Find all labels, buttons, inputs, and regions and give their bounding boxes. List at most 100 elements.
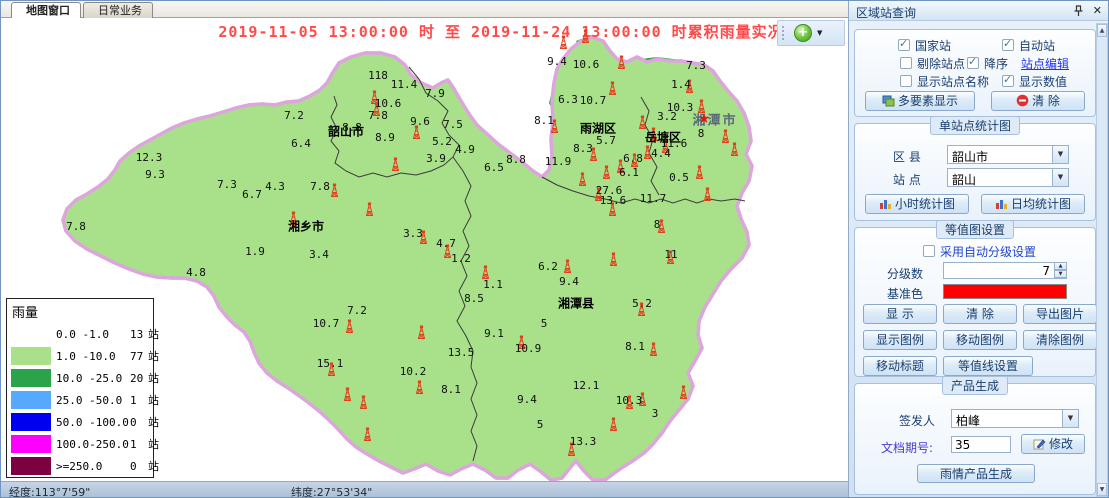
panel-scrollbar[interactable]: ▲ ▼: [1096, 23, 1108, 497]
spinner-down-icon[interactable]: ▼: [1054, 270, 1067, 278]
station-tower-icon[interactable]: [656, 219, 667, 234]
station-tower-icon[interactable]: [442, 244, 453, 259]
station-tower-icon[interactable]: [607, 81, 618, 96]
isoline-config-button[interactable]: 等值线设置: [943, 356, 1033, 376]
export-image-button[interactable]: 导出图片: [1023, 304, 1097, 324]
chevron-down-icon[interactable]: ▼: [1052, 146, 1068, 163]
county-select[interactable]: 韶山市 ▼: [947, 145, 1069, 164]
base-color-swatch[interactable]: [943, 284, 1067, 299]
scroll-up-icon[interactable]: ▲: [1097, 24, 1107, 37]
station-tower-icon[interactable]: [642, 145, 653, 160]
multi-element-display-button[interactable]: 多要素显示: [865, 91, 975, 111]
show-station-name-checkbox[interactable]: [900, 75, 912, 87]
station-tower-icon[interactable]: [729, 142, 740, 157]
move-title-button[interactable]: 移动标题: [863, 356, 937, 376]
spinner-up-icon[interactable]: ▲: [1054, 262, 1067, 270]
pin-icon[interactable]: [1073, 5, 1084, 17]
station-tower-icon[interactable]: [362, 427, 373, 442]
station-tower-icon[interactable]: [371, 102, 382, 117]
station-tower-icon[interactable]: [326, 362, 337, 377]
station-edit-link[interactable]: 站点编辑: [1021, 55, 1069, 72]
station-tower-icon[interactable]: [344, 319, 355, 334]
hourly-chart-button[interactable]: 小时统计图: [865, 194, 969, 214]
station-tower-icon[interactable]: [608, 417, 619, 432]
station-tower-icon[interactable]: [608, 252, 619, 267]
station-tower-icon[interactable]: [601, 165, 612, 180]
auto-grade-checkbox[interactable]: [923, 245, 935, 257]
station-tower-icon[interactable]: [637, 115, 648, 130]
grade-count-spinner[interactable]: ▲ ▼: [1054, 262, 1067, 279]
station-tower-icon[interactable]: [418, 230, 429, 245]
station-tower-icon[interactable]: [629, 153, 640, 168]
station-tower-icon[interactable]: [637, 392, 648, 407]
chevron-down-icon[interactable]: ▼: [1062, 410, 1078, 427]
station-tower-icon[interactable]: [411, 125, 422, 140]
add-layer-button[interactable]: +: [794, 24, 812, 42]
descend-checkbox[interactable]: [967, 57, 979, 69]
station-tower-icon[interactable]: [562, 259, 573, 274]
show-value-checkbox[interactable]: [1002, 75, 1014, 87]
station-tower-icon[interactable]: [607, 202, 618, 217]
station-tower-icon[interactable]: [480, 265, 491, 280]
issuer-select[interactable]: 柏峰 ▼: [951, 409, 1079, 428]
clear-legend-button[interactable]: 清除图例: [1023, 330, 1097, 350]
station-tower-icon[interactable]: [660, 139, 671, 154]
station-tower-icon[interactable]: [684, 79, 695, 94]
station-tower-icon[interactable]: [288, 211, 299, 226]
station-tower-icon[interactable]: [696, 99, 707, 114]
station-tower-icon[interactable]: [358, 395, 369, 410]
toolbar-dropdown-caret[interactable]: ▼: [817, 29, 822, 37]
station-tower-icon[interactable]: [615, 159, 626, 174]
clear-button[interactable]: 清 除: [943, 304, 1017, 324]
station-tower-icon[interactable]: [390, 157, 401, 172]
auto-station-checkbox[interactable]: [1002, 39, 1014, 51]
close-icon[interactable]: ✕: [1093, 4, 1102, 17]
station-tower-icon[interactable]: [329, 183, 340, 198]
toolbar-grip-handle[interactable]: [781, 25, 786, 41]
station-tower-icon[interactable]: [694, 165, 705, 180]
national-station-checkbox[interactable]: [898, 39, 910, 51]
tab-map-window[interactable]: 地图窗口: [11, 2, 81, 18]
show-legend-button[interactable]: 显示图例: [863, 330, 937, 350]
station-tower-icon[interactable]: [648, 342, 659, 357]
station-tower-icon[interactable]: [577, 172, 588, 187]
remove-circle-icon: [1016, 94, 1029, 112]
station-tower-icon[interactable]: [616, 55, 627, 70]
station-tower-icon[interactable]: [364, 202, 375, 217]
show-button[interactable]: 显 示: [863, 304, 937, 324]
station-tower-icon[interactable]: [648, 127, 659, 142]
move-legend-button[interactable]: 移动图例: [943, 330, 1017, 350]
legend-title: 雨量: [12, 302, 149, 321]
station-tower-icon[interactable]: [624, 395, 635, 410]
station-tower-icon[interactable]: [580, 29, 591, 44]
legend-count: 13: [130, 328, 144, 341]
exclude-station-checkbox[interactable]: [900, 57, 912, 69]
clear-stations-button[interactable]: 清 除: [991, 91, 1085, 111]
legend-swatch: [11, 457, 51, 475]
station-tower-icon[interactable]: [416, 325, 427, 340]
station-tower-icon[interactable]: [588, 147, 599, 162]
station-tower-icon[interactable]: [342, 387, 353, 402]
doc-number-input[interactable]: [951, 436, 1011, 453]
station-tower-icon[interactable]: [678, 385, 689, 400]
station-tower-icon[interactable]: [636, 302, 647, 317]
station-tower-icon[interactable]: [558, 35, 569, 50]
exclude-station-label: 剔除站点: [917, 55, 965, 72]
legend-range: 100.0-250.0: [56, 438, 130, 451]
station-tower-icon[interactable]: [593, 187, 604, 202]
grade-count-input[interactable]: [943, 262, 1067, 279]
map-canvas[interactable]: 2019-11-05 13:00:00 时 至 2019-11-24 13:00…: [1, 18, 848, 481]
station-tower-icon[interactable]: [414, 380, 425, 395]
generate-rain-product-button[interactable]: 雨情产品生成: [917, 464, 1035, 483]
tab-daily-business[interactable]: 日常业务: [83, 2, 153, 18]
chevron-down-icon[interactable]: ▼: [1052, 169, 1068, 186]
station-tower-icon[interactable]: [516, 335, 527, 350]
daily-chart-button[interactable]: 日均统计图: [981, 194, 1085, 214]
station-tower-icon[interactable]: [702, 187, 713, 202]
station-tower-icon[interactable]: [665, 250, 676, 265]
station-tower-icon[interactable]: [566, 442, 577, 457]
station-tower-icon[interactable]: [549, 119, 560, 134]
modify-button[interactable]: 修改: [1021, 434, 1085, 454]
scroll-down-icon[interactable]: ▼: [1097, 483, 1107, 496]
station-select[interactable]: 韶山 ▼: [947, 168, 1069, 187]
